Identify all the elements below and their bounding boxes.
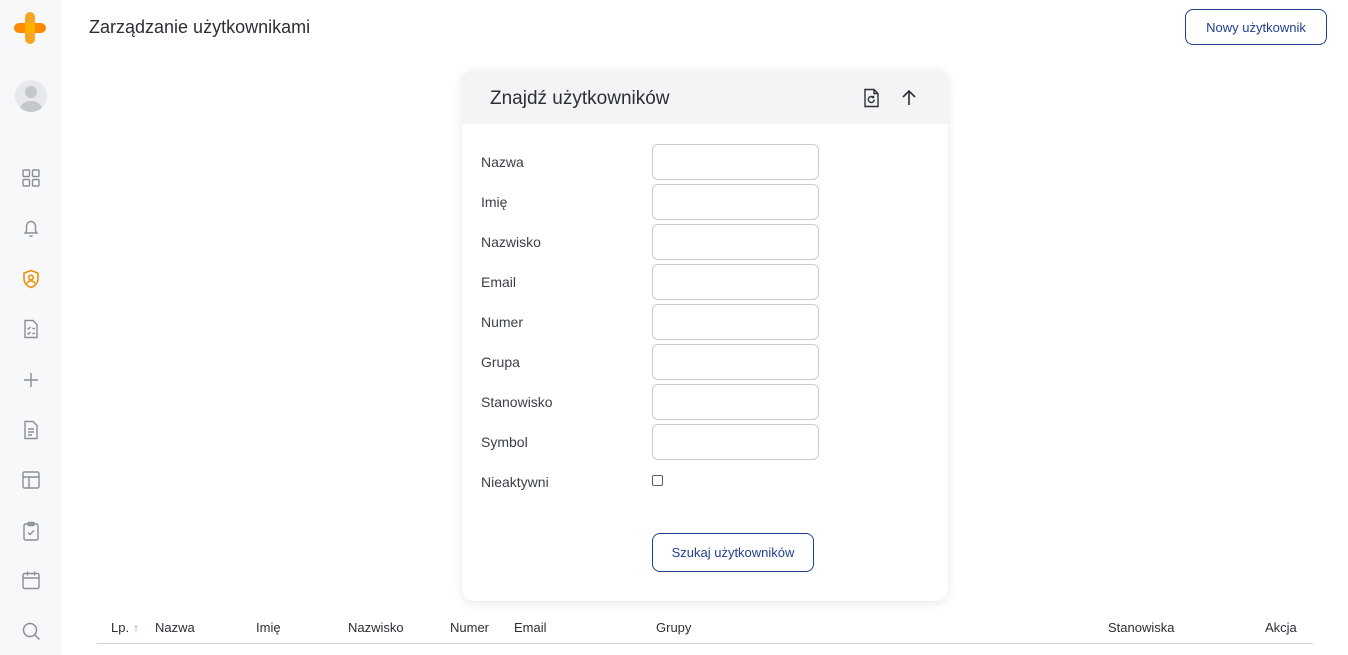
field-label-symbol: Symbol: [481, 434, 528, 450]
numer-input[interactable]: [652, 304, 819, 340]
field-label-nazwisko: Nazwisko: [481, 234, 541, 250]
page-title: Zarządzanie użytkownikami: [89, 17, 311, 37]
new-user-button[interactable]: Nowy użytkownik: [1185, 9, 1327, 45]
form-row-grupa: Grupa: [462, 344, 948, 380]
column-header-stanowiska[interactable]: Stanowiska: [1108, 620, 1174, 635]
field-label-nazwa: Nazwa: [481, 154, 524, 170]
field-label-numer: Numer: [481, 314, 524, 330]
user-shield-icon[interactable]: [19, 267, 43, 291]
column-header-akcja: Akcja: [1265, 620, 1297, 635]
imie-input[interactable]: [652, 184, 819, 220]
form-row-nazwisko: Nazwisko: [462, 224, 948, 260]
column-header-nazwa[interactable]: Nazwa: [155, 620, 195, 635]
field-label-stanowisko: Stanowisko: [481, 394, 553, 410]
form-row-nieaktywni: Nieaktywni: [462, 464, 948, 500]
symbol-input[interactable]: [652, 424, 819, 460]
table-header: Lp. ↑ Nazwa Imię Nazwisko Numer Email Gru…: [97, 612, 1313, 644]
plus-icon[interactable]: [19, 368, 43, 392]
form-row-nazwa: Nazwa: [462, 144, 948, 180]
plus-logo-icon[interactable]: [13, 11, 47, 45]
dashboard-grid-icon[interactable]: [19, 166, 43, 190]
form-row-email: Email: [462, 264, 948, 300]
form-row-stanowisko: Stanowisko: [462, 384, 948, 420]
stanowisko-input[interactable]: [652, 384, 819, 420]
field-label-imie: Imię: [481, 194, 508, 210]
field-label-email: Email: [481, 274, 517, 290]
field-label-nieaktywni: Nieaktywni: [481, 474, 549, 490]
column-header-numer[interactable]: Numer: [450, 620, 489, 635]
avatar[interactable]: [15, 80, 47, 112]
form-row-imie: Imię: [462, 184, 948, 220]
column-header-email[interactable]: Email: [514, 620, 547, 635]
sidebar: [0, 0, 61, 655]
calendar-icon[interactable]: [19, 568, 43, 592]
column-header-nazwisko[interactable]: Nazwisko: [348, 620, 404, 635]
column-header-lp-label: Lp.: [111, 620, 130, 635]
form-row-symbol: Symbol: [462, 424, 948, 460]
arrow-up-icon[interactable]: [898, 87, 920, 109]
column-header-lp[interactable]: Lp. ↑: [111, 620, 139, 635]
document-icon[interactable]: [19, 418, 43, 442]
column-header-grupy[interactable]: Grupy: [656, 620, 691, 635]
file-refresh-icon[interactable]: [861, 87, 883, 109]
sort-arrow-up-icon[interactable]: ↑: [133, 621, 139, 635]
search-panel: Znajdź użytkowników Nazwa Imię Nazwisko …: [462, 70, 948, 601]
column-header-imie[interactable]: Imię: [256, 620, 281, 635]
nazwa-input[interactable]: [652, 144, 819, 180]
form-row-numer: Numer: [462, 304, 948, 340]
field-label-grupa: Grupa: [481, 354, 520, 370]
search-panel-title: Znajdź użytkowników: [490, 88, 670, 109]
layout-icon[interactable]: [19, 468, 43, 492]
clipboard-check-icon[interactable]: [19, 519, 43, 543]
search-panel-header: Znajdź użytkowników: [462, 70, 948, 124]
search-users-button[interactable]: Szukaj użytkowników: [652, 533, 814, 572]
email-input[interactable]: [652, 264, 819, 300]
nazwisko-input[interactable]: [652, 224, 819, 260]
checklist-document-icon[interactable]: [19, 317, 43, 341]
grupa-input[interactable]: [652, 344, 819, 380]
bell-icon[interactable]: [19, 216, 43, 240]
search-icon[interactable]: [19, 619, 43, 643]
inactive-checkbox[interactable]: [652, 475, 663, 486]
